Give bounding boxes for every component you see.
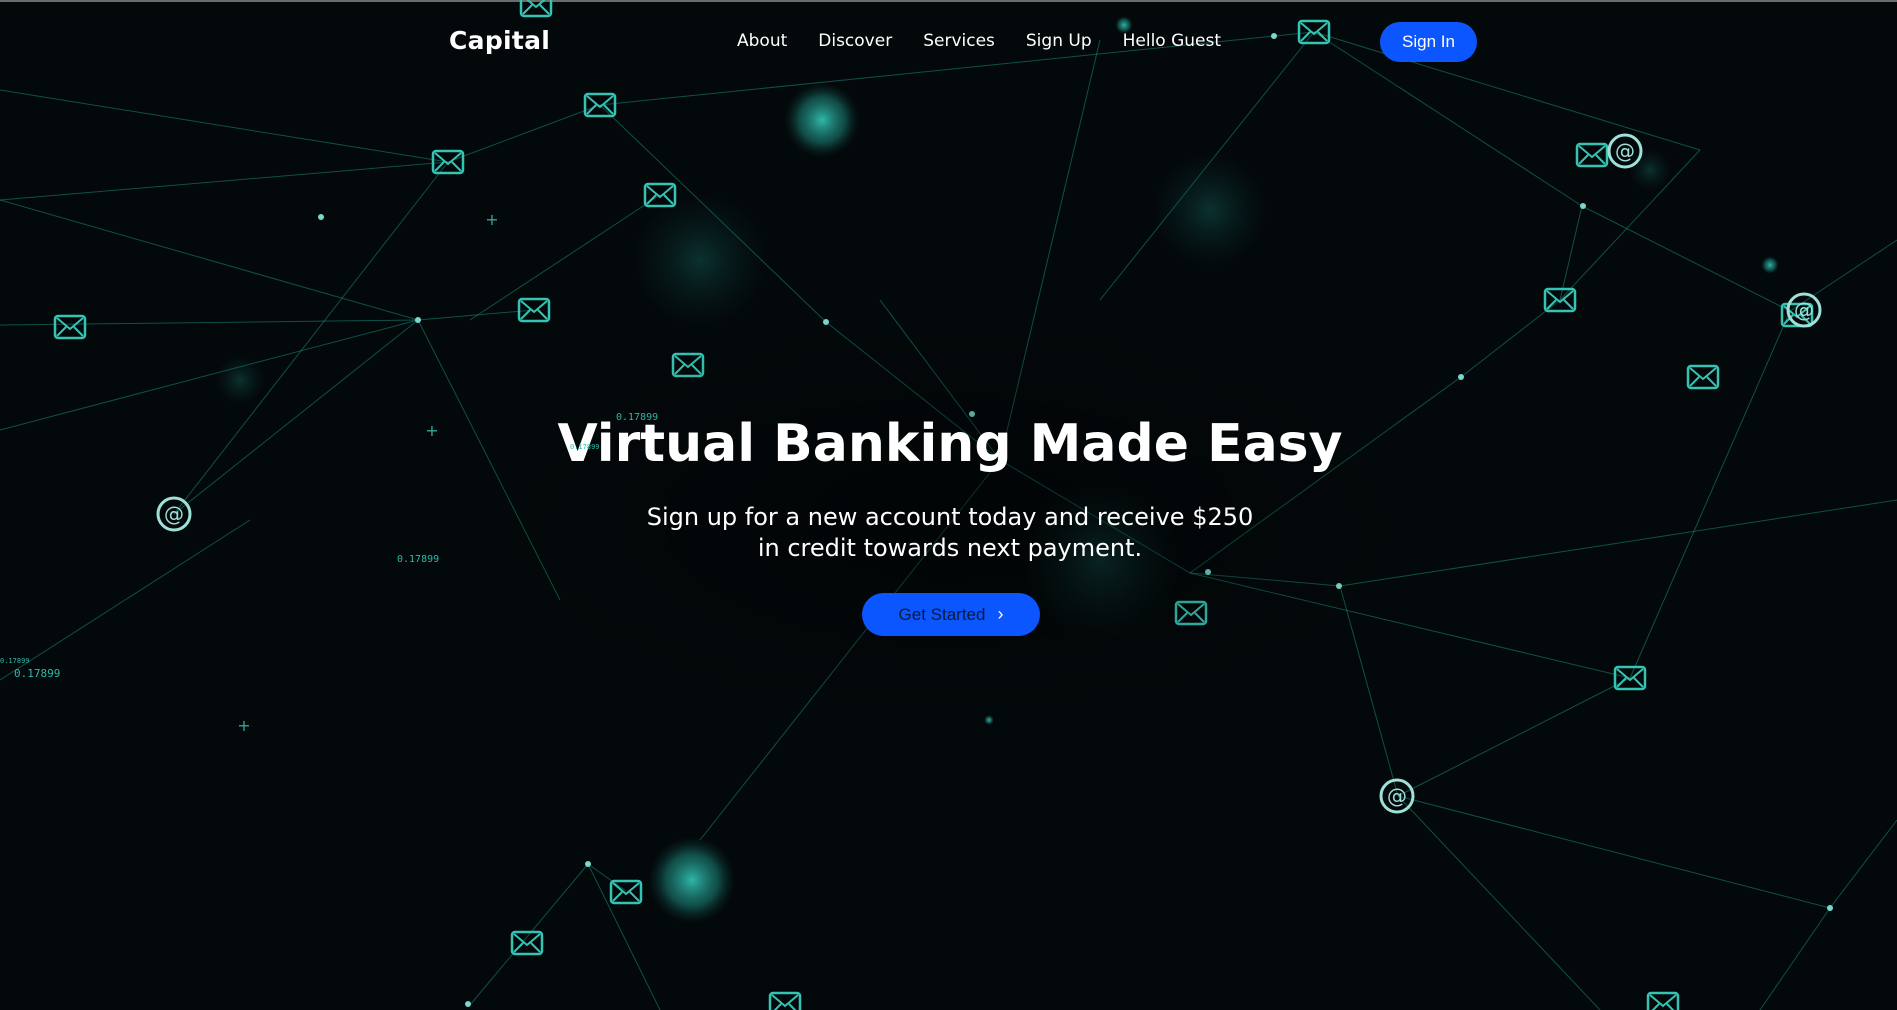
network-line — [0, 89, 449, 163]
network-line — [1759, 907, 1831, 1010]
brand-logo[interactable]: Capital — [449, 26, 550, 55]
network-line — [1189, 572, 1631, 679]
network-node — [1271, 33, 1277, 39]
glow-orb — [784, 82, 860, 158]
network-line — [1397, 677, 1631, 797]
network-node — [1205, 569, 1211, 575]
network-node — [1458, 374, 1464, 380]
floating-number: 0.17899 — [616, 412, 659, 423]
glow-orb — [984, 715, 994, 725]
network-line — [1559, 205, 1583, 301]
hero-title: Virtual Banking Made Easy — [557, 414, 1343, 474]
network-line — [469, 863, 589, 1006]
network-node — [585, 861, 591, 867]
svg-text:@: @ — [1615, 139, 1635, 163]
nav-item-discover[interactable]: Discover — [818, 31, 892, 51]
mail-icon — [510, 930, 544, 956]
get-started-label: Get Started — [898, 604, 986, 624]
nav-item-about[interactable]: About — [737, 31, 787, 51]
plus-icon: + — [485, 210, 498, 229]
network-node — [465, 1001, 471, 1007]
glow-orb — [214, 354, 266, 406]
plus-icon: + — [237, 716, 250, 735]
glow-orb — [648, 836, 736, 924]
glow-orb — [1761, 256, 1779, 274]
main-nav: About Discover Services Sign Up Hello Gu… — [737, 31, 1221, 51]
floating-number: 0.17899 — [14, 667, 61, 680]
floating-number: 0.17899 — [397, 554, 440, 565]
network-node — [318, 214, 324, 220]
network-line — [999, 39, 1101, 461]
network-line — [1829, 819, 1897, 909]
network-line — [1313, 31, 1701, 151]
mail-icon — [519, 0, 553, 18]
network-node — [415, 317, 421, 323]
floating-number: 0.17899 — [570, 443, 600, 451]
network-line — [1397, 795, 1831, 909]
svg-text:@: @ — [1794, 298, 1814, 322]
network-line — [447, 104, 601, 163]
network-line — [1581, 205, 1791, 312]
nav-item-services[interactable]: Services — [923, 31, 995, 51]
mail-icon — [1174, 600, 1208, 626]
network-line — [1339, 585, 1399, 797]
mail-icon — [609, 879, 643, 905]
glow-orb — [1150, 150, 1270, 270]
at-icon: @ — [1607, 133, 1643, 169]
network-line — [1189, 572, 1341, 587]
network-line — [0, 199, 419, 321]
mail-icon — [1686, 364, 1720, 390]
floating-number: 0.17899 — [0, 657, 30, 665]
mail-icon — [671, 352, 705, 378]
get-started-button[interactable]: Get Started › — [862, 593, 1040, 636]
network-line — [1397, 795, 1601, 1010]
network-line — [0, 161, 449, 201]
network-node — [1336, 583, 1342, 589]
hero-subtitle-line-2: in credit towards next payment. — [757, 534, 1143, 562]
network-node — [823, 319, 829, 325]
mail-icon — [768, 991, 802, 1010]
glow-orb — [630, 190, 770, 330]
network-node — [1827, 905, 1833, 911]
hero-subtitle: Sign up for a new account today and rece… — [0, 502, 1897, 564]
sign-in-button[interactable]: Sign In — [1380, 22, 1477, 62]
svg-text:@: @ — [1387, 784, 1407, 808]
network-node — [1580, 203, 1586, 209]
network-line — [587, 863, 627, 892]
mail-icon — [1646, 991, 1680, 1010]
mail-icon — [53, 314, 87, 340]
nav-item-sign-up[interactable]: Sign Up — [1026, 31, 1092, 51]
network-line — [417, 309, 535, 321]
at-icon: @ — [1379, 778, 1415, 814]
hero-subtitle-line-1: Sign up for a new account today and rece… — [646, 503, 1254, 531]
network-line — [1460, 299, 1561, 378]
nav-item-hello-guest[interactable]: Hello Guest — [1123, 31, 1221, 51]
mail-icon — [1575, 142, 1609, 168]
chevron-right-icon: › — [997, 604, 1004, 624]
at-icon: @ — [1786, 292, 1822, 328]
